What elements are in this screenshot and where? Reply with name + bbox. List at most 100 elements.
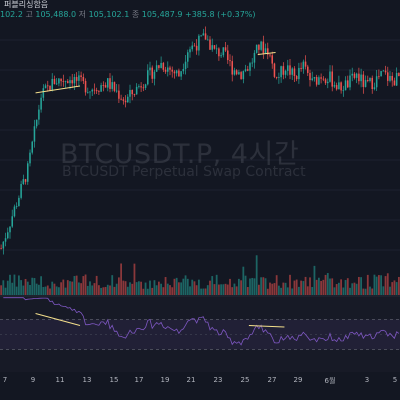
volume-bar [384, 276, 387, 295]
candle-body [138, 86, 140, 87]
candle-body [189, 49, 191, 53]
candle-body [273, 63, 276, 77]
volume-bar [144, 282, 147, 295]
volume-bar [24, 278, 27, 295]
volume-bar [271, 283, 274, 295]
volume-bar [193, 281, 196, 295]
volume-bar [286, 287, 289, 295]
volume-bar [124, 281, 127, 295]
volume-bar [206, 285, 209, 295]
candle-body [229, 60, 231, 62]
candle-body [95, 90, 98, 92]
candle-body [275, 76, 278, 78]
volume-bar [55, 286, 58, 295]
volume-bar [146, 288, 149, 295]
volume-bar [109, 285, 111, 295]
time-axis-label: 27 [267, 376, 277, 384]
candle-body [355, 73, 358, 78]
candle-body [280, 66, 282, 78]
time-axis-label: 11 [55, 376, 65, 384]
candle-body [140, 86, 142, 88]
candle-body [115, 90, 118, 92]
candle-body [64, 81, 67, 82]
candle-body [100, 85, 102, 92]
candle-body [211, 45, 213, 50]
candle-body [164, 69, 167, 72]
volume-bar [78, 282, 80, 295]
volume-bar [111, 275, 114, 295]
volume-bar [224, 283, 227, 295]
volume-bar [306, 286, 309, 295]
candle-body [42, 88, 45, 98]
candle-body [180, 71, 182, 77]
volume-bar [26, 281, 29, 295]
candle-body [91, 89, 93, 92]
volume-bar [218, 284, 220, 295]
candle-body [349, 75, 351, 88]
candle-body [371, 77, 373, 89]
volume-bar [309, 277, 311, 295]
volume-bar [238, 278, 240, 295]
candle-body [351, 73, 353, 76]
volume-bar [391, 282, 394, 295]
candle-body [198, 35, 200, 51]
candle-body [340, 82, 342, 91]
volume-bar [322, 279, 325, 295]
candle-body [262, 41, 265, 54]
volume-bar [155, 285, 158, 295]
volume-bar [229, 278, 231, 295]
candle-body [182, 69, 185, 72]
candle-body [155, 65, 158, 72]
candle-body [191, 45, 193, 50]
volume-bar [333, 287, 336, 295]
candle-body [353, 73, 356, 78]
candle-body [295, 76, 298, 80]
chart-header: 퍼블리싱함음 102.2 고 105,488.0 저 105,102.1 종 1… [0, 0, 400, 22]
candle-body [158, 65, 160, 68]
volume-bar [389, 286, 391, 295]
candle-body [73, 76, 76, 84]
volume-bar [226, 284, 229, 295]
candle-body [9, 226, 11, 233]
volume-bar [66, 280, 69, 295]
volume-bar [118, 277, 120, 295]
candle-body [391, 75, 393, 81]
volume-bar [358, 276, 360, 295]
volume-bar [215, 274, 218, 295]
candle-body [227, 50, 229, 61]
candle-body [11, 216, 13, 227]
volume-bar [13, 274, 16, 295]
volume-bar [198, 279, 200, 295]
volume-bar [280, 287, 282, 295]
volume-bar [69, 281, 71, 295]
volume-bar [184, 275, 187, 295]
volume-bar [158, 281, 160, 295]
chart-canvas[interactable] [0, 0, 400, 400]
candle-body [89, 91, 91, 93]
candle-body [344, 80, 347, 91]
time-axis[interactable]: 7 9 11 13 15 17 19 21 23 25 27 29 6월 3 5 [0, 372, 400, 400]
volume-bar [264, 278, 267, 295]
candle-body [60, 78, 62, 82]
candle-body [113, 82, 116, 91]
time-axis-label: 7 [2, 376, 8, 384]
volume-bar [233, 283, 236, 295]
volume-bar [395, 282, 398, 295]
volume-bar [311, 287, 314, 295]
volume-bar [60, 282, 62, 295]
volume-bar [151, 287, 154, 295]
candle-body [171, 69, 173, 72]
time-axis-label: 9 [30, 376, 36, 384]
candle-body [202, 33, 205, 36]
candle-body [78, 75, 80, 81]
ohlc-close-label: 종 [131, 10, 140, 19]
volume-bar [40, 276, 42, 295]
candle-body [133, 94, 136, 95]
candle-body [367, 80, 369, 82]
candle-body [360, 74, 362, 82]
volume-bar [31, 277, 34, 295]
volume-bar [82, 276, 85, 295]
volume-bar [164, 277, 167, 295]
volume-bar [189, 286, 191, 295]
volume-bar [171, 287, 174, 295]
